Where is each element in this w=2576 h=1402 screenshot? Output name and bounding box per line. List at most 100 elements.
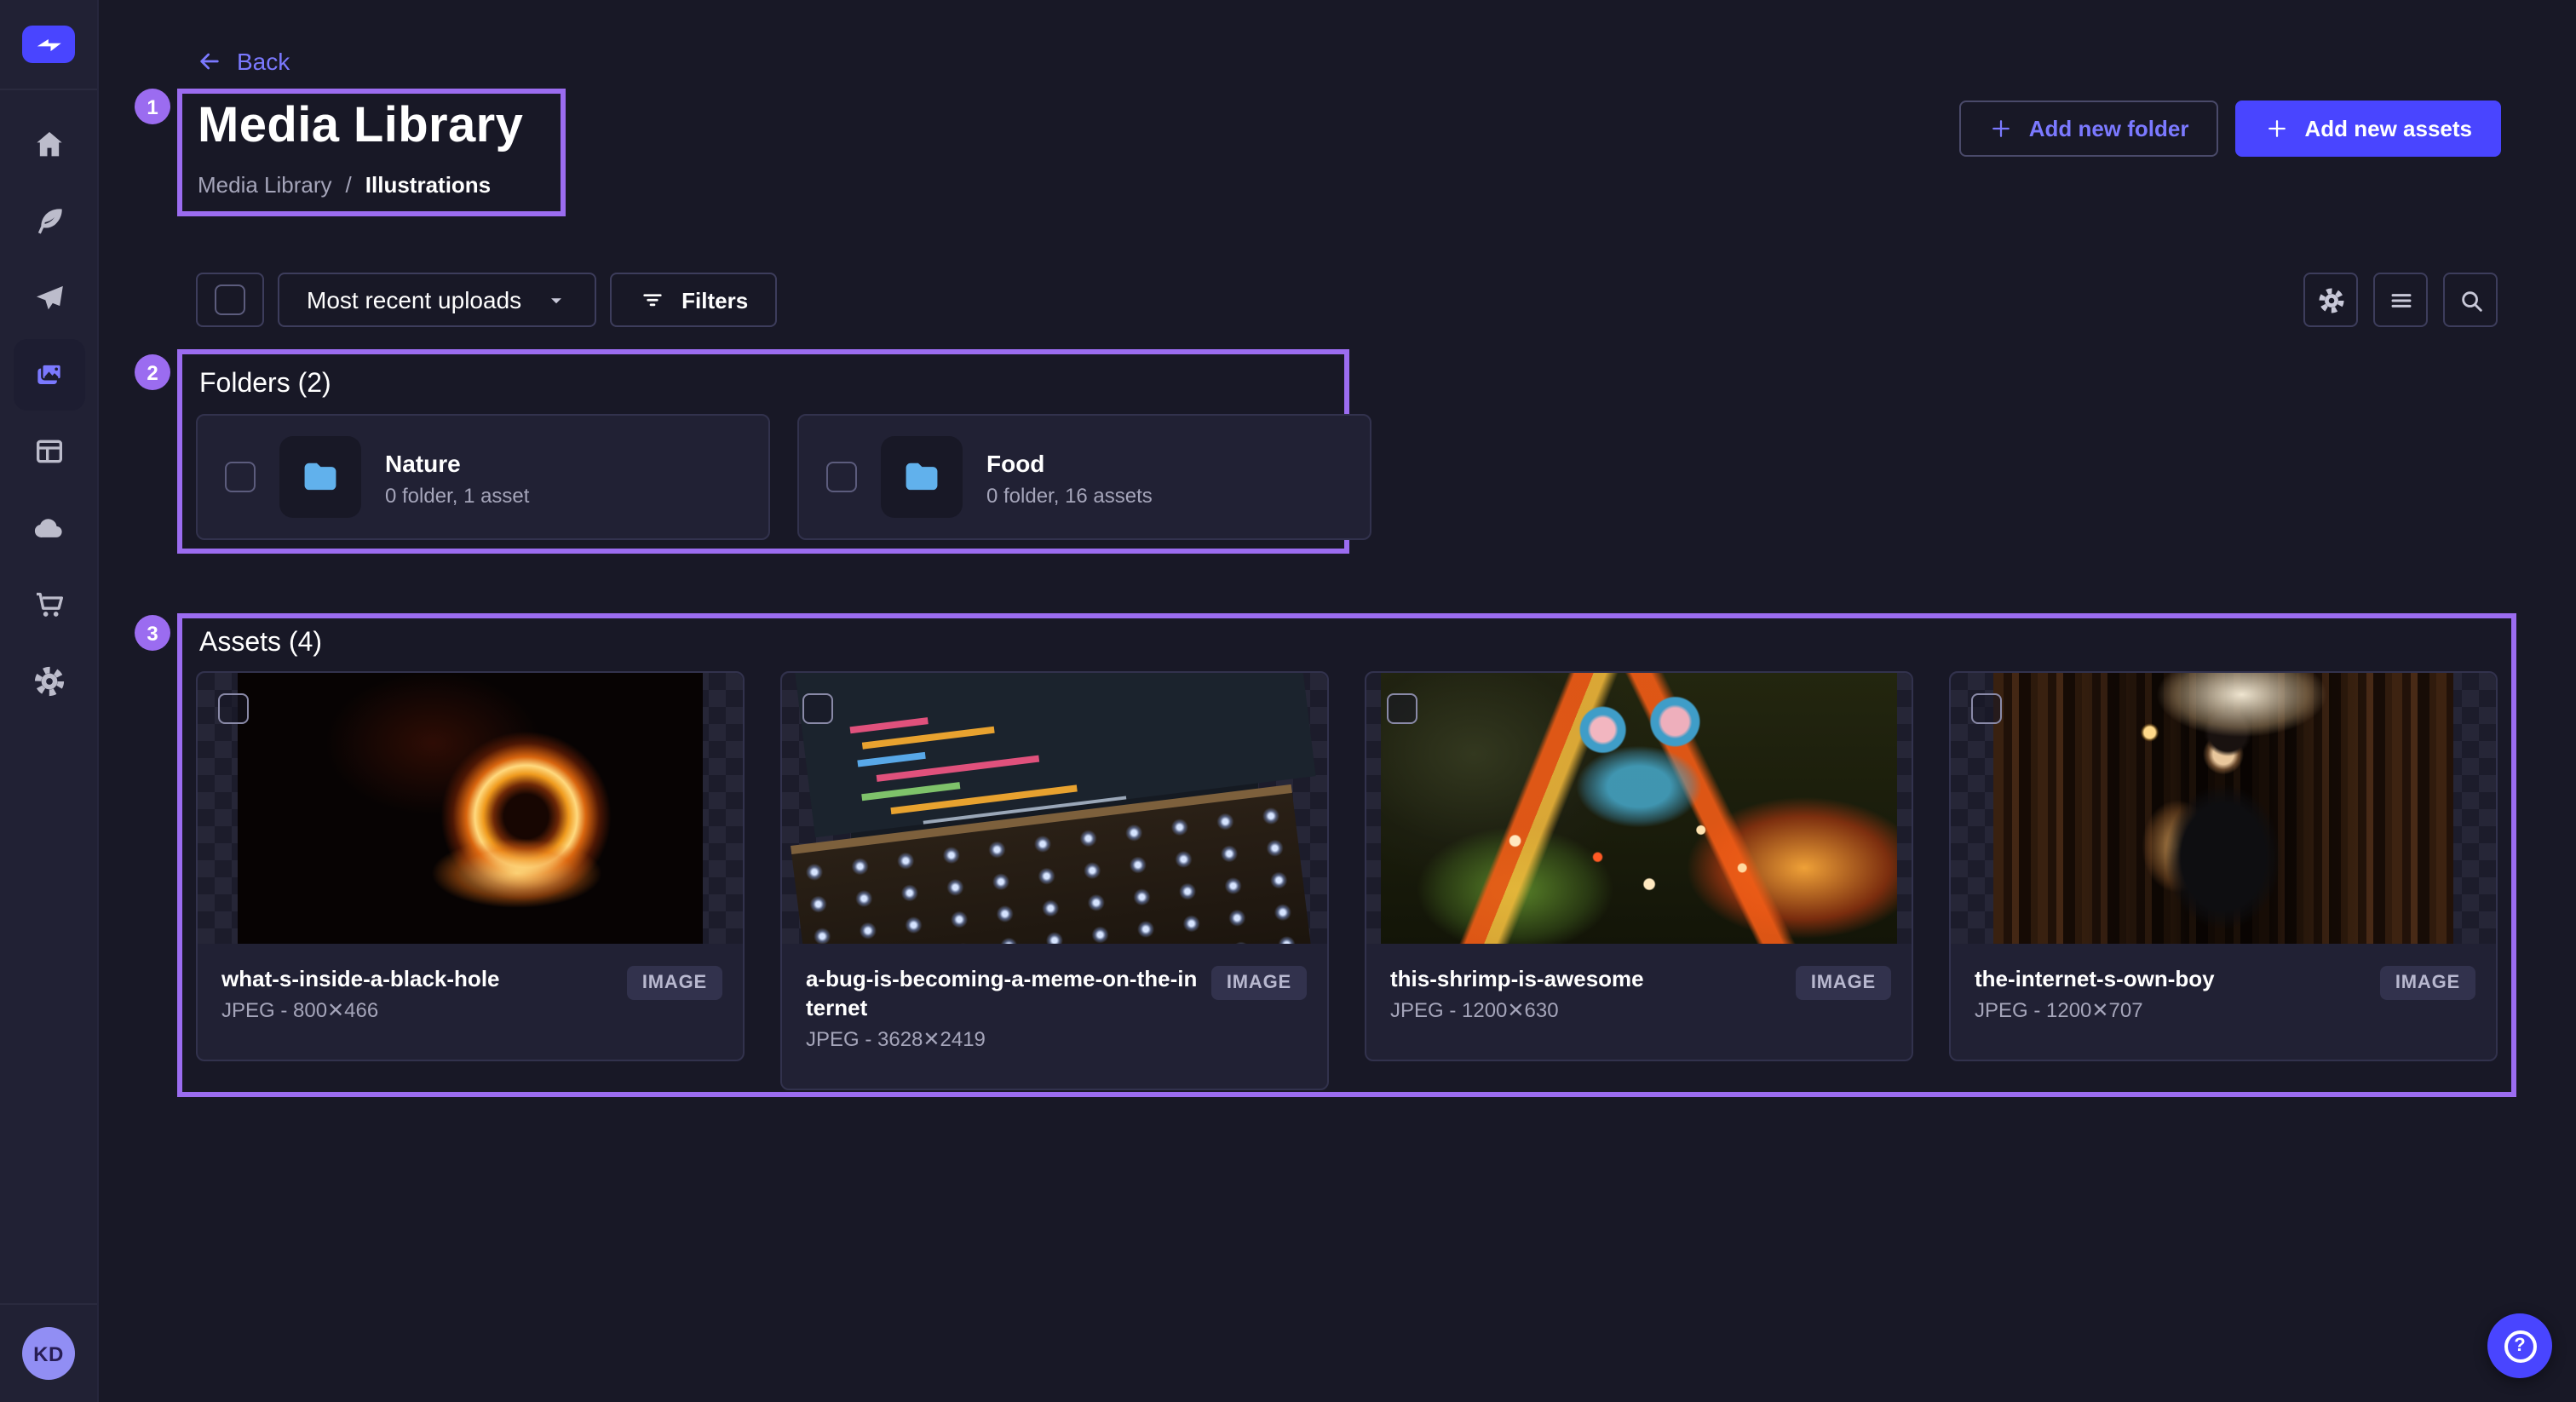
asset-info: a-bug-is-becoming-a-meme-on-the-internet… bbox=[782, 944, 1327, 1089]
sidebar-item-content-builder[interactable] bbox=[13, 182, 84, 259]
paper-plane-icon bbox=[32, 280, 66, 314]
asset-info: this-shrimp-is-awesome JPEG - 1200✕630 I… bbox=[1366, 944, 1912, 1060]
page-title: Media Library bbox=[198, 99, 523, 155]
sidebar-item-media-library[interactable] bbox=[13, 338, 84, 410]
search-button[interactable] bbox=[2443, 273, 2498, 327]
mantis-shrimp-image bbox=[1381, 673, 1897, 944]
folder-tile bbox=[279, 436, 361, 518]
asset-thumbnail[interactable] bbox=[782, 673, 1327, 944]
back-arrow-icon bbox=[196, 48, 223, 75]
home-icon bbox=[32, 127, 66, 161]
breadcrumb: Media Library / Illustrations bbox=[198, 172, 491, 198]
media-library-page: KD Back 1 Media Library Media Library / … bbox=[0, 0, 2576, 1402]
folders-section-title: Folders (2) bbox=[199, 370, 331, 400]
laptop-code-image bbox=[851, 673, 1258, 944]
asset-checkbox[interactable] bbox=[1971, 693, 2002, 724]
assets-row: what-s-inside-a-black-hole JPEG - 800✕46… bbox=[196, 671, 2498, 1090]
sidebar-item-settings[interactable] bbox=[13, 642, 84, 719]
chevron-down-icon bbox=[545, 289, 567, 311]
sidebar-item-marketplace[interactable] bbox=[13, 566, 84, 642]
sort-dropdown[interactable]: Most recent uploads bbox=[278, 273, 596, 327]
breadcrumb-current: Illustrations bbox=[365, 172, 491, 198]
sidebar-item-releases[interactable] bbox=[13, 259, 84, 336]
asset-name: what-s-inside-a-black-hole bbox=[221, 964, 613, 993]
gear-icon bbox=[32, 664, 66, 698]
asset-type-badge: IMAGE bbox=[1796, 966, 1891, 1000]
asset-checkbox[interactable] bbox=[802, 693, 833, 724]
asset-card-internets-own-boy[interactable]: the-internet-s-own-boy JPEG - 1200✕707 I… bbox=[1949, 671, 2498, 1061]
library-portrait-image bbox=[1993, 673, 2453, 944]
layout-icon bbox=[32, 434, 66, 468]
sidebar-item-content-manager[interactable] bbox=[13, 412, 84, 489]
asset-name: the-internet-s-own-boy bbox=[1975, 964, 2366, 993]
asset-checkbox[interactable] bbox=[1387, 693, 1417, 724]
cart-icon bbox=[32, 587, 66, 621]
select-all-checkbox[interactable] bbox=[215, 284, 245, 315]
sidebar-divider bbox=[0, 89, 97, 90]
settings-button[interactable] bbox=[2303, 273, 2358, 327]
media-library-icon bbox=[32, 357, 66, 391]
add-new-folder-button[interactable]: Add new folder bbox=[1959, 101, 2218, 157]
folders-row: Nature 0 folder, 1 asset Food 0 folder, … bbox=[196, 414, 1371, 540]
folder-meta: 0 folder, 16 assets bbox=[986, 483, 1153, 507]
user-avatar[interactable]: KD bbox=[22, 1327, 75, 1380]
feather-icon bbox=[32, 204, 66, 238]
toolbar-right bbox=[2303, 273, 2498, 327]
folder-meta: 0 folder, 1 asset bbox=[385, 483, 529, 507]
asset-type-badge: IMAGE bbox=[627, 966, 722, 1000]
select-all-frame[interactable] bbox=[196, 273, 264, 327]
asset-type-badge: IMAGE bbox=[2380, 966, 2475, 1000]
search-icon bbox=[2456, 285, 2485, 314]
plus-icon bbox=[1988, 116, 2014, 141]
breadcrumb-parent[interactable]: Media Library bbox=[198, 172, 332, 198]
asset-thumbnail[interactable] bbox=[198, 673, 743, 944]
asset-meta: JPEG - 1200✕630 bbox=[1390, 998, 1782, 1022]
strapi-logo-icon bbox=[33, 34, 64, 55]
annotation-badge-3: 3 bbox=[135, 615, 170, 651]
folder-card-nature[interactable]: Nature 0 folder, 1 asset bbox=[196, 414, 770, 540]
folder-tile bbox=[881, 436, 963, 518]
filters-button[interactable]: Filters bbox=[610, 273, 777, 327]
asset-thumbnail[interactable] bbox=[1366, 673, 1912, 944]
assets-section-title: Assets (4) bbox=[199, 629, 322, 659]
folder-name: Nature bbox=[385, 447, 529, 478]
asset-info: the-internet-s-own-boy JPEG - 1200✕707 I… bbox=[1951, 944, 2496, 1060]
sidebar-nav bbox=[13, 106, 84, 719]
folder-checkbox[interactable] bbox=[225, 462, 256, 492]
cloud-icon bbox=[32, 510, 66, 544]
annotation-badge-2: 2 bbox=[135, 354, 170, 390]
back-link[interactable]: Back bbox=[196, 48, 290, 75]
plus-icon bbox=[2263, 116, 2289, 141]
question-mark-icon: ? bbox=[2504, 1330, 2536, 1362]
asset-card-shrimp[interactable]: this-shrimp-is-awesome JPEG - 1200✕630 I… bbox=[1365, 671, 1913, 1061]
list-view-button[interactable] bbox=[2373, 273, 2428, 327]
sidebar-item-cloud[interactable] bbox=[13, 489, 84, 566]
help-button[interactable]: ? bbox=[2487, 1313, 2552, 1378]
asset-text: this-shrimp-is-awesome JPEG - 1200✕630 bbox=[1390, 964, 1782, 1022]
asset-info: what-s-inside-a-black-hole JPEG - 800✕46… bbox=[198, 944, 743, 1060]
asset-text: what-s-inside-a-black-hole JPEG - 800✕46… bbox=[221, 964, 613, 1022]
folder-icon bbox=[900, 455, 944, 499]
back-label: Back bbox=[237, 48, 290, 75]
asset-thumbnail[interactable] bbox=[1951, 673, 2496, 944]
filter-icon bbox=[639, 286, 666, 313]
sidebar-item-home[interactable] bbox=[13, 106, 84, 182]
asset-card-bug-meme[interactable]: a-bug-is-becoming-a-meme-on-the-internet… bbox=[780, 671, 1329, 1090]
asset-text: a-bug-is-becoming-a-meme-on-the-internet… bbox=[806, 964, 1198, 1051]
asset-checkbox[interactable] bbox=[218, 693, 249, 724]
sidebar-bottom-divider bbox=[0, 1303, 97, 1305]
asset-meta: JPEG - 1200✕707 bbox=[1975, 998, 2366, 1022]
folder-text: Food 0 folder, 16 assets bbox=[986, 447, 1153, 507]
folder-card-food[interactable]: Food 0 folder, 16 assets bbox=[797, 414, 1371, 540]
breadcrumb-separator: / bbox=[346, 172, 352, 198]
folder-checkbox[interactable] bbox=[826, 462, 857, 492]
asset-meta: JPEG - 800✕466 bbox=[221, 998, 613, 1022]
add-new-assets-button[interactable]: Add new assets bbox=[2234, 101, 2501, 157]
gear-icon bbox=[2316, 285, 2345, 314]
folder-icon bbox=[298, 455, 342, 499]
asset-card-black-hole[interactable]: what-s-inside-a-black-hole JPEG - 800✕46… bbox=[196, 671, 745, 1061]
strapi-logo[interactable] bbox=[22, 26, 75, 63]
toolbar-left: Most recent uploads Filters bbox=[196, 273, 777, 327]
asset-type-badge: IMAGE bbox=[1211, 966, 1307, 1000]
header-actions: Add new folder Add new assets bbox=[1959, 101, 2501, 157]
